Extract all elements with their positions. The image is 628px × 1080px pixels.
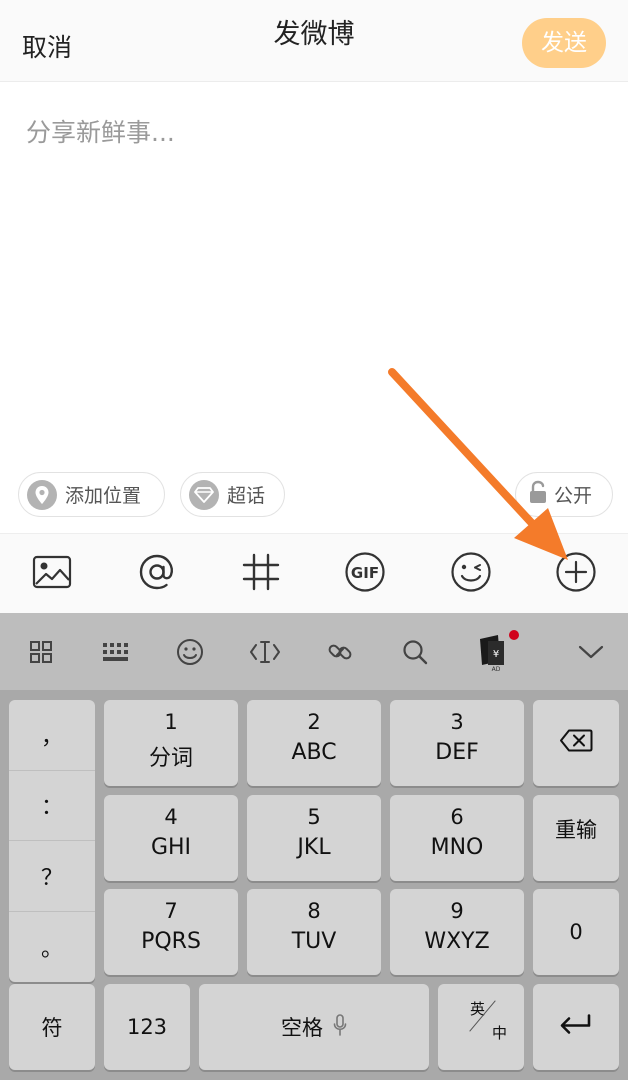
image-icon[interactable] — [30, 550, 74, 594]
notification-badge — [509, 630, 519, 640]
add-icon[interactable] — [554, 550, 598, 594]
key-letters: PQRS — [141, 929, 201, 954]
key-number: 6 — [450, 805, 464, 829]
key-number: 2 — [307, 710, 321, 734]
key-letters: ABC — [291, 740, 337, 765]
keyboard-toolbar: ¥ AD — [0, 613, 628, 690]
key-number: 3 — [450, 710, 464, 734]
punct-key-period[interactable]: 。 — [9, 912, 95, 983]
enter-icon — [533, 1013, 619, 1042]
symbols-key[interactable]: 符 — [9, 984, 95, 1070]
keyboard-emoji-icon[interactable] — [173, 635, 207, 669]
super-topic-chip[interactable]: 超话 — [180, 472, 285, 517]
backspace-key[interactable] — [533, 700, 619, 786]
key-letters: 分词 — [148, 746, 193, 771]
key-5[interactable]: 5 JKL — [247, 795, 381, 881]
link-icon[interactable] — [323, 635, 357, 669]
key-0[interactable]: 0 — [533, 889, 619, 975]
send-button[interactable]: 发送 — [522, 18, 606, 68]
hashtag-icon[interactable] — [239, 550, 283, 594]
key-number: 0 — [569, 920, 583, 944]
key-6[interactable]: 6 MNO — [390, 795, 524, 881]
key-number: 7 — [164, 899, 178, 923]
diamond-icon — [189, 479, 219, 510]
mention-icon[interactable] — [135, 550, 179, 594]
key-letters: TUV — [291, 929, 337, 954]
key-1[interactable]: 1 分词 — [104, 700, 238, 786]
key-number: 4 — [164, 805, 178, 829]
lock-icon — [528, 480, 548, 509]
add-location-label: 添加位置 — [65, 485, 142, 507]
microphone-icon — [333, 1013, 347, 1041]
keyboard-icon[interactable] — [99, 635, 133, 669]
key-number: 9 — [450, 899, 464, 923]
key-9[interactable]: 9 WXYZ — [390, 889, 524, 975]
enter-key[interactable] — [533, 984, 619, 1070]
header: 取消 发微博 发送 — [0, 0, 628, 82]
cursor-icon[interactable] — [248, 635, 282, 669]
space-content: 空格 — [199, 1012, 429, 1042]
key-letters: GHI — [150, 835, 192, 860]
keyboard: ， ： ？ 。 1 分词 2 ABC 3 DEF 4 GHI 5 JKL 6 M… — [0, 690, 628, 1080]
backspace-icon — [533, 729, 619, 758]
ad-icon[interactable]: ¥ AD — [474, 629, 520, 673]
gif-icon[interactable]: GIF — [343, 550, 387, 594]
svg-text:¥: ¥ — [493, 649, 499, 660]
visibility-chip[interactable]: 公开 — [515, 472, 613, 517]
key-number: 1 — [164, 710, 178, 734]
location-pin-icon — [27, 479, 57, 510]
key-2[interactable]: 2 ABC — [247, 700, 381, 786]
gif-label: GIF — [351, 564, 379, 582]
search-icon[interactable] — [398, 635, 432, 669]
emoji-icon[interactable] — [449, 550, 493, 594]
language-switch-key[interactable]: 英 中 — [438, 984, 524, 1070]
key-number: 5 — [307, 805, 321, 829]
retype-key[interactable]: 重输 — [533, 795, 619, 881]
add-location-chip[interactable]: 添加位置 — [18, 472, 165, 517]
space-key[interactable]: 空格 — [199, 984, 429, 1070]
collapse-icon[interactable] — [574, 635, 608, 669]
key-letters: JKL — [297, 835, 331, 860]
visibility-label: 公开 — [554, 485, 593, 507]
key-3[interactable]: 3 DEF — [390, 700, 524, 786]
punct-key-question[interactable]: ？ — [9, 841, 95, 912]
punct-key-colon[interactable]: ： — [9, 771, 95, 841]
retype-label: 重输 — [555, 818, 597, 843]
key-7[interactable]: 7 PQRS — [104, 889, 238, 975]
grid-icon[interactable] — [24, 635, 58, 669]
lang-chinese-label: 中 — [492, 1024, 508, 1042]
key-letters: WXYZ — [424, 929, 490, 954]
space-label: 空格 — [281, 1016, 323, 1040]
numbers-label: 123 — [126, 1015, 168, 1039]
key-4[interactable]: 4 GHI — [104, 795, 238, 881]
punct-key-comma[interactable]: ， — [9, 700, 95, 771]
key-number: 8 — [307, 899, 321, 923]
key-8[interactable]: 8 TUV — [247, 889, 381, 975]
compose-toolbar: GIF — [0, 533, 628, 613]
compose-placeholder: 分享新鲜事... — [26, 118, 175, 147]
symbols-label: 符 — [41, 1016, 63, 1040]
key-letters: DEF — [435, 740, 479, 765]
punctuation-column: ， ： ？ 。 — [9, 700, 95, 982]
ad-label: AD — [492, 666, 501, 673]
numbers-key[interactable]: 123 — [104, 984, 190, 1070]
super-topic-label: 超话 — [227, 485, 266, 507]
compose-area[interactable]: 分享新鲜事... — [0, 83, 628, 533]
key-letters: MNO — [430, 835, 484, 860]
